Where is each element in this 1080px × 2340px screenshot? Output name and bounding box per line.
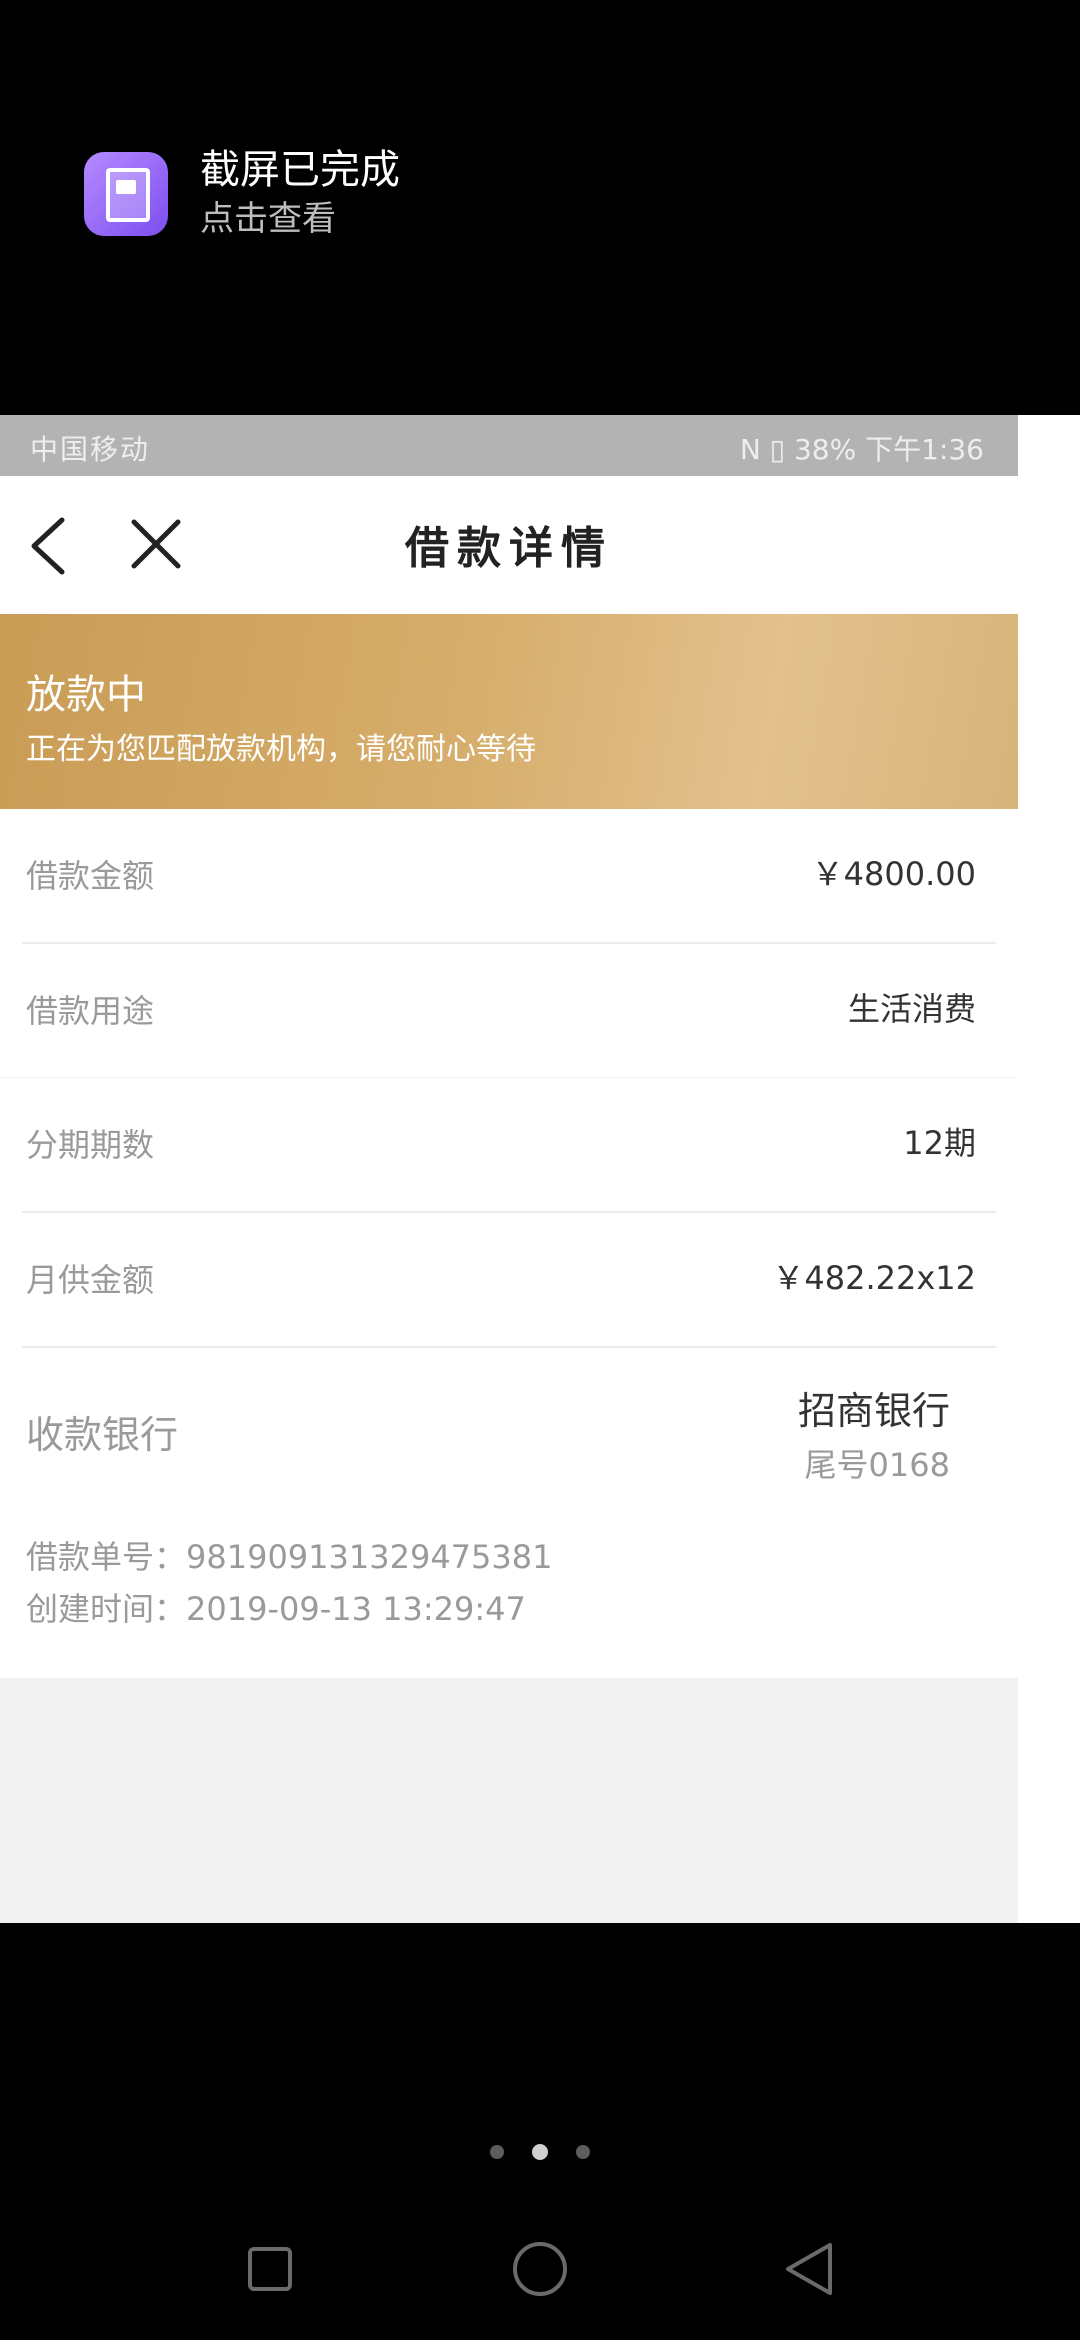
- detail-value: 生活消费: [847, 990, 976, 1028]
- screenshot-page: 截屏已完成 点击查看 中国移动 Ν ▯ 38% 下午1:36 借款详情 放款中 …: [0, 0, 1080, 2340]
- status-banner: 放款中 正在为您匹配放款机构，请您耐心等待: [0, 614, 1018, 809]
- screenshot-notification[interactable]: 截屏已完成 点击查看: [0, 0, 1080, 415]
- repayment-card: 分期期数 12期 月供金额 ￥482.22x12 收款银行 招商银行 尾号016…: [0, 1078, 1018, 1508]
- back-nav-icon[interactable]: [782, 2241, 836, 2297]
- recent-apps-icon[interactable]: [246, 2245, 294, 2293]
- detail-value: ￥482.22x12: [772, 1259, 976, 1297]
- page-dot: [576, 2145, 590, 2159]
- detail-label: 分期期数: [26, 1126, 155, 1164]
- banner-title: 放款中: [26, 672, 146, 718]
- carrier-label: 中国移动: [30, 433, 151, 466]
- order-meta: 借款单号：981909131329475381 创建时间：2019-09-13 …: [0, 1498, 1018, 1678]
- page-indicator: [0, 2144, 1080, 2165]
- detail-value: ￥4800.00: [811, 855, 976, 893]
- home-icon[interactable]: [511, 2240, 569, 2298]
- banner-subtitle: 正在为您匹配放款机构，请您耐心等待: [26, 732, 536, 767]
- bank-name: 招商银行: [797, 1389, 950, 1433]
- detail-label: 月供金额: [26, 1261, 155, 1299]
- status-bar: 中国移动 Ν ▯ 38% 下午1:36: [0, 415, 1018, 476]
- page-title: 借款详情: [405, 523, 613, 574]
- screenshot-app-icon: [84, 152, 168, 236]
- created-time: 创建时间：2019-09-13 13:29:47: [26, 1590, 526, 1628]
- captured-screen: 中国移动 Ν ▯ 38% 下午1:36 借款详情 放款中 正在为您匹配放款机构，…: [0, 415, 1018, 1923]
- detail-label: 借款金额: [26, 857, 155, 895]
- detail-row: 借款金额 ￥4800.00: [22, 809, 996, 944]
- navigation-bar: 借款详情: [0, 476, 1018, 614]
- loan-info-card: 借款金额 ￥4800.00 借款用途 生活消费: [0, 809, 1018, 1077]
- detail-label: 借款用途: [26, 992, 155, 1030]
- detail-row: 月供金额 ￥482.22x12: [22, 1213, 996, 1348]
- detail-row: 分期期数 12期: [22, 1078, 996, 1213]
- bank-tail-number: 尾号0168: [804, 1446, 950, 1484]
- system-bottom-area: [0, 1923, 1080, 2340]
- order-number: 借款单号：981909131329475381: [26, 1538, 553, 1576]
- detail-row: 借款用途 生活消费: [22, 944, 996, 1077]
- page-dot-active: [532, 2144, 548, 2160]
- bank-label: 收款银行: [26, 1413, 179, 1457]
- notification-title: 截屏已完成: [200, 147, 400, 193]
- screenshot-edge: [1018, 415, 1080, 1923]
- status-right: Ν ▯ 38% 下午1:36: [739, 433, 984, 466]
- bank-row: 收款银行 招商银行 尾号0168: [22, 1348, 996, 1508]
- page-dot: [490, 2145, 504, 2159]
- notification-subtitle[interactable]: 点击查看: [200, 198, 336, 240]
- detail-value: 12期: [903, 1124, 976, 1162]
